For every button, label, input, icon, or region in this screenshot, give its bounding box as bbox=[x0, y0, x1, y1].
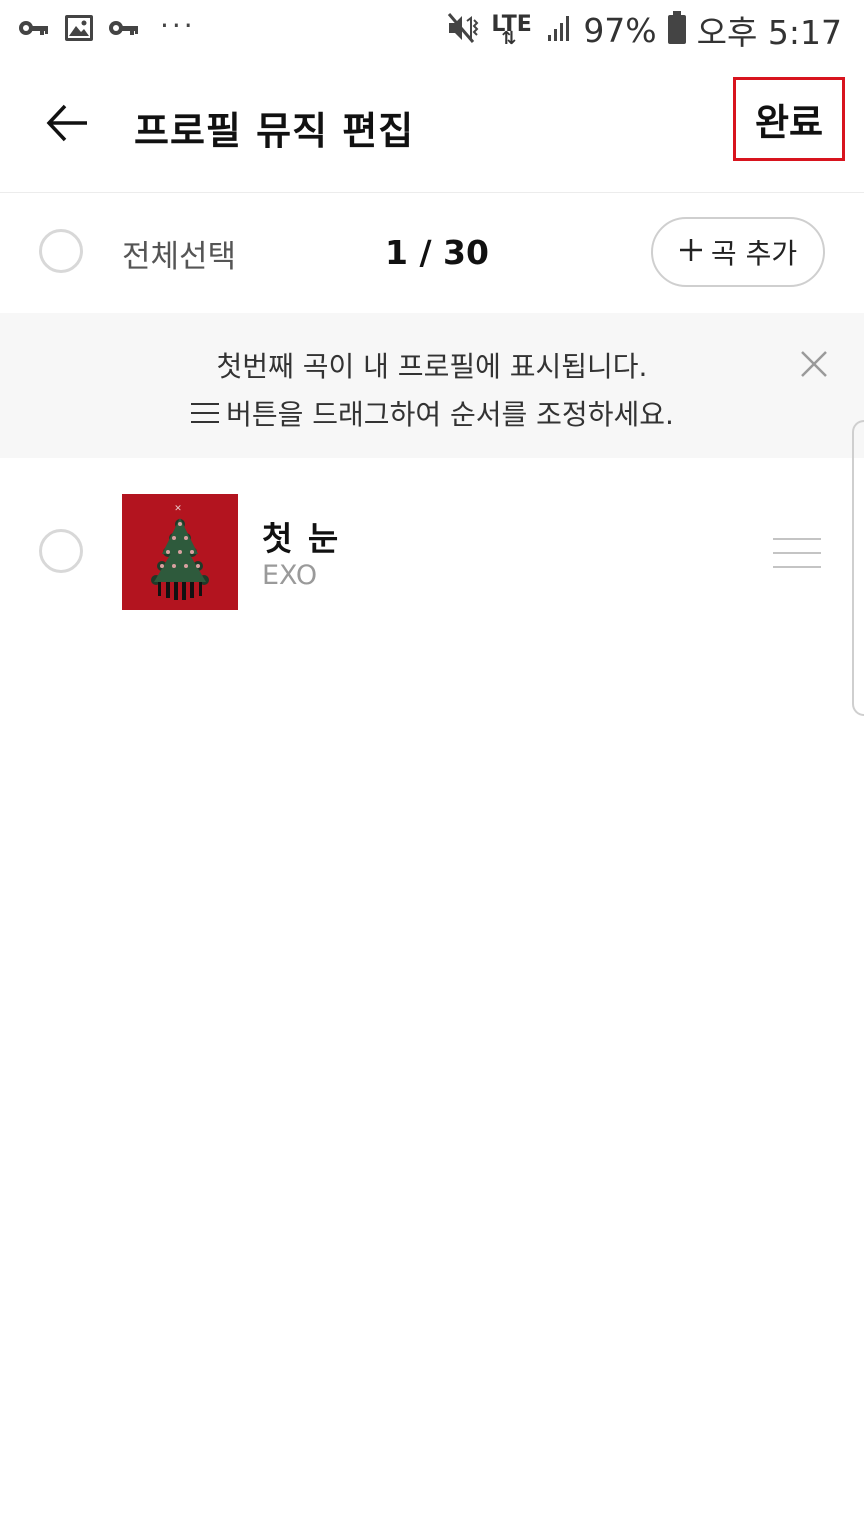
svg-text:✕: ✕ bbox=[174, 504, 182, 514]
done-button[interactable]: 완료 bbox=[733, 77, 845, 161]
banner-line-2: 버튼을 드래그하여 순서를 조정하세요. bbox=[0, 393, 864, 433]
select-all-checkbox[interactable] bbox=[39, 229, 83, 273]
drag-handle-icon bbox=[190, 398, 220, 431]
page-title: 프로필 뮤직 편집 bbox=[134, 109, 415, 153]
add-song-button[interactable]: 곡 추가 bbox=[651, 217, 825, 287]
info-banner: 첫번째 곡이 내 프로필에 표시됩니다. 버튼을 드래그하여 순서를 조정하세요… bbox=[0, 313, 864, 458]
status-bar-left: ··· bbox=[18, 8, 196, 50]
banner-close-button[interactable] bbox=[797, 347, 831, 381]
song-list-item[interactable]: ✕ 첫 눈 EXO bbox=[0, 472, 864, 632]
battery-percent: 97% bbox=[583, 10, 657, 50]
drag-handle[interactable] bbox=[772, 536, 822, 570]
more-dots-icon: ··· bbox=[160, 8, 196, 42]
signal-icon bbox=[547, 13, 573, 47]
mute-vibrate-icon bbox=[447, 12, 481, 48]
clock: 오후 5:17 bbox=[696, 13, 842, 52]
lte-icon: LTE ⇅ bbox=[491, 12, 532, 49]
vpn-key-icon bbox=[108, 18, 140, 42]
back-button[interactable] bbox=[40, 100, 94, 150]
song-select-checkbox[interactable] bbox=[39, 529, 83, 573]
select-all-row: 전체선택 1 / 30 곡 추가 bbox=[0, 193, 864, 312]
song-artist: EXO bbox=[262, 560, 318, 591]
select-all-label[interactable]: 전체선택 bbox=[122, 231, 236, 276]
album-art: ✕ bbox=[122, 494, 238, 610]
edge-panel-handle[interactable] bbox=[852, 420, 864, 716]
add-song-label: 곡 추가 bbox=[710, 237, 798, 270]
status-bar-right: LTE ⇅ 97% 오후 5:17 bbox=[447, 8, 842, 52]
image-icon bbox=[64, 14, 94, 46]
profile-music-edit-screen: ··· LTE ⇅ 97% 오후 5:17 프로필 뮤직 편집 완료 전체선택 … bbox=[0, 0, 864, 1536]
plus-icon bbox=[679, 236, 703, 269]
status-bar: ··· LTE ⇅ 97% 오후 5:17 bbox=[0, 0, 864, 60]
song-title: 첫 눈 bbox=[262, 519, 341, 558]
song-count: 1 / 30 bbox=[385, 233, 489, 272]
battery-icon bbox=[667, 11, 687, 49]
banner-line-1: 첫번째 곡이 내 프로필에 표시됩니다. bbox=[216, 350, 648, 383]
close-icon bbox=[797, 351, 831, 385]
banner-line-2-text: 버튼을 드래그하여 순서를 조정하세요. bbox=[226, 398, 674, 431]
arrow-left-icon bbox=[45, 103, 89, 147]
vpn-key-icon bbox=[18, 18, 50, 42]
drag-handle-icon bbox=[772, 538, 822, 574]
app-header: 프로필 뮤직 편집 완료 bbox=[0, 60, 864, 193]
